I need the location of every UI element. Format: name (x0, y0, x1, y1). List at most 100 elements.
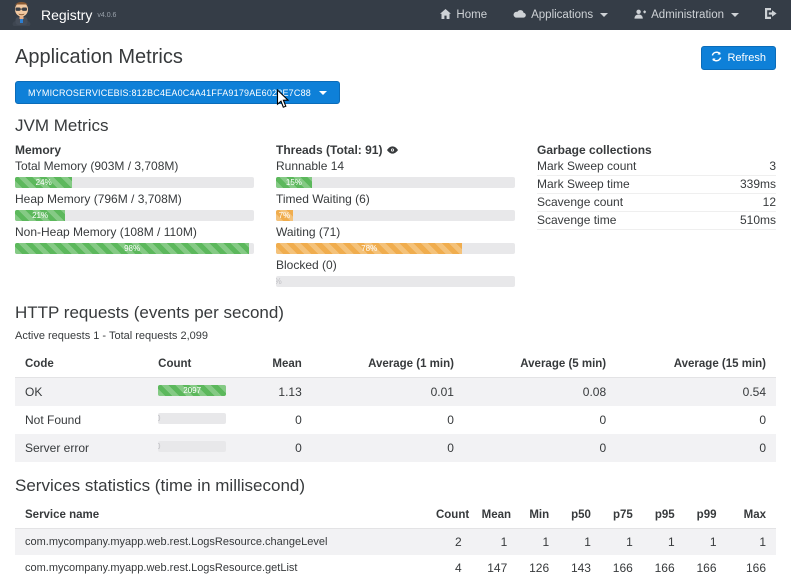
service-p99: 1 (685, 529, 727, 556)
sign-out-icon (765, 8, 777, 22)
instance-selector-dropdown[interactable]: MYMICROSERVICEBIS:812BC4EA0C4A41FFA9179A… (15, 81, 340, 104)
metric-label: Blocked (0) (276, 258, 515, 272)
brand[interactable]: Registry v4.0.6 (10, 0, 116, 31)
column-header: Code (15, 352, 148, 378)
service-mean: 147 (472, 555, 518, 581)
service-max: 166 (727, 555, 777, 581)
nav-item-home[interactable]: Home (440, 9, 487, 22)
gc-metric-value: 339ms (740, 177, 776, 191)
service-min: 1 (517, 529, 559, 556)
column-header: p75 (601, 503, 643, 529)
column-header: Mean (472, 503, 518, 529)
nav-item-label: Applications (531, 9, 593, 21)
service-p95: 1 (643, 529, 685, 556)
service-p75: 1 (601, 529, 643, 556)
service-p75: 166 (601, 555, 643, 581)
nav-item-label: Home (456, 9, 487, 21)
http-mean: 0 (247, 434, 312, 462)
eye-icon[interactable] (387, 143, 398, 157)
heap-memory-progressbar: 21% (15, 210, 254, 221)
service-count: 4 (426, 555, 472, 581)
gc-metric-name: Mark Sweep time (537, 177, 630, 191)
progress-value: 78% (361, 244, 377, 253)
service-count: 2 (426, 529, 472, 556)
service-p99: 166 (685, 555, 727, 581)
total-memory-progressbar: 24% (15, 177, 254, 188)
brand-version: v4.0.6 (97, 12, 116, 19)
metric-label: Runnable 14 (276, 159, 515, 173)
column-header: Mean (247, 352, 312, 378)
service-min: 126 (517, 555, 559, 581)
progress-value: 7% (279, 211, 291, 220)
instance-selector-label: MYMICROSERVICEBIS:812BC4EA0C4A41FFA9179A… (28, 88, 311, 98)
gc-metric-value: 3 (769, 159, 776, 173)
user-plus-icon (634, 9, 646, 22)
nav-item-administration[interactable]: Administration (634, 9, 739, 22)
logout-button[interactable] (765, 8, 777, 22)
blocked-progressbar: 0% (276, 276, 515, 287)
http-avg1: 0 (312, 406, 464, 434)
column-header: Service name (15, 503, 426, 529)
services-statistics-table: Service name Count Mean Min p50 p75 p95 … (15, 503, 776, 581)
gc-column: Garbage collections Mark Sweep count 3 M… (537, 143, 776, 291)
progress-value: 0 (158, 442, 160, 451)
http-requests-heading: HTTP requests (events per second) (15, 303, 776, 323)
navbar: Registry v4.0.6 Home Applications (0, 0, 791, 30)
http-avg1: 0 (312, 434, 464, 462)
jvm-metrics-grid: Memory Total Memory (903M / 3,708M) 24% … (15, 143, 776, 291)
http-mean: 0 (247, 406, 312, 434)
metric-label: Heap Memory (796M / 3,708M) (15, 192, 254, 206)
progress-value: 2097 (183, 386, 201, 395)
progress-value: 21% (32, 211, 48, 220)
http-requests-table: Code Count Mean Average (1 min) Average … (15, 352, 776, 462)
gc-row: Scavenge count 12 (537, 194, 776, 212)
refresh-button[interactable]: Refresh (701, 46, 776, 70)
column-header: Max (727, 503, 777, 529)
progress-value: 0% (276, 277, 282, 286)
nonheap-memory-progressbar: 98% (15, 243, 254, 254)
chevron-down-icon (319, 91, 327, 95)
progress-value: 0 (158, 414, 160, 423)
http-mean: 1.13 (247, 378, 312, 407)
service-name: com.mycompany.myapp.web.rest.LogsResourc… (15, 555, 426, 581)
gc-row: Mark Sweep time 339ms (537, 176, 776, 194)
column-header: Count (426, 503, 472, 529)
gc-metric-name: Scavenge count (537, 195, 623, 209)
nav-item-applications[interactable]: Applications (513, 9, 608, 21)
http-avg15: 0 (616, 406, 776, 434)
memory-label: Memory (15, 143, 254, 157)
table-row: Server error 0 0 0 0 0 (15, 434, 776, 462)
table-row: OK 2097 1.13 0.01 0.08 0.54 (15, 378, 776, 407)
nav-item-label: Administration (651, 9, 724, 21)
metric-label: Total Memory (903M / 3,708M) (15, 159, 254, 173)
memory-column: Memory Total Memory (903M / 3,708M) 24% … (15, 143, 254, 291)
count-progressbar: 0 (158, 441, 226, 452)
http-avg5: 0 (464, 434, 616, 462)
table-row: Not Found 0 0 0 0 0 (15, 406, 776, 434)
page-title: Application Metrics (15, 46, 183, 69)
gc-metric-value: 510ms (740, 213, 776, 227)
progress-value: 15% (286, 178, 302, 187)
column-header: p50 (559, 503, 601, 529)
table-header-row: Service name Count Mean Min p50 p75 p95 … (15, 503, 776, 529)
gc-metric-value: 12 (763, 195, 776, 209)
jhipster-avatar-icon (10, 0, 33, 31)
waiting-progressbar: 78% (276, 243, 515, 254)
chevron-down-icon (600, 13, 608, 17)
http-avg5: 0 (464, 406, 616, 434)
gc-row: Scavenge time 510ms (537, 212, 776, 230)
cloud-icon (513, 9, 526, 21)
http-code: OK (15, 378, 148, 407)
gc-metric-name: Mark Sweep count (537, 159, 636, 173)
http-requests-summary: Active requests 1 - Total requests 2,099 (15, 330, 776, 342)
service-p50: 143 (559, 555, 601, 581)
http-avg15: 0 (616, 434, 776, 462)
service-name: com.mycompany.myapp.web.rest.LogsResourc… (15, 529, 426, 556)
table-header-row: Code Count Mean Average (1 min) Average … (15, 352, 776, 378)
services-statistics-heading: Services statistics (time in millisecond… (15, 476, 776, 496)
home-icon (440, 9, 451, 22)
jvm-metrics-heading: JVM Metrics (15, 116, 776, 136)
refresh-icon (711, 51, 722, 65)
column-header: Average (1 min) (312, 352, 464, 378)
column-header: p99 (685, 503, 727, 529)
